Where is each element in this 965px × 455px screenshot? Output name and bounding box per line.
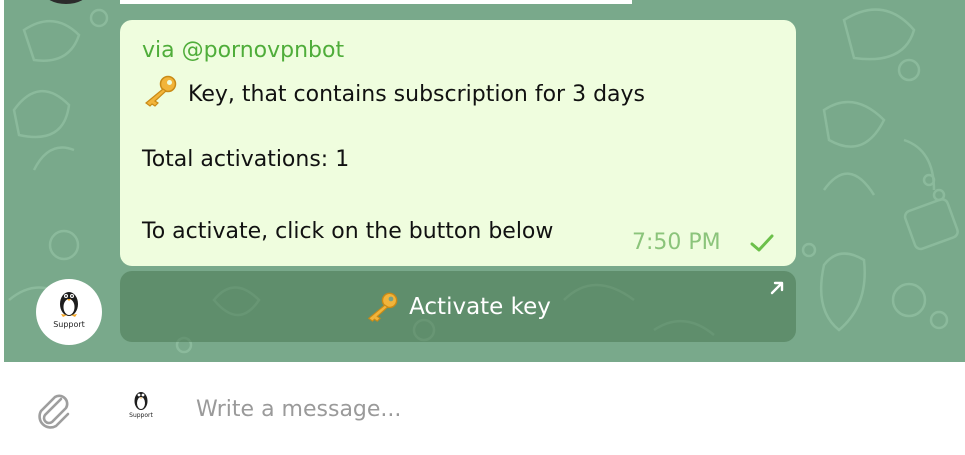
sender-avatar[interactable]: Support <box>36 279 102 345</box>
avatar-caption: Support <box>53 320 85 329</box>
activations-label: Total activations: <box>142 147 329 172</box>
arrow-up-right-icon <box>770 281 784 295</box>
message-bubble: via @pornovpnbot Key, that contains subs… <box>120 20 796 266</box>
activate-key-label: Activate key <box>409 293 551 320</box>
message-line-instruction: To activate, click on the button below <box>142 219 554 244</box>
activations-value: 1 <box>335 147 350 172</box>
penguin-icon <box>134 392 148 410</box>
chat-area: via @pornovpnbot Key, that contains subs… <box>4 0 965 362</box>
previous-message-edge <box>120 0 632 4</box>
activate-key-button[interactable]: Activate key <box>120 271 796 342</box>
send-as-caption: Support <box>129 412 153 419</box>
message-line-activations: Total activations: 1 <box>142 147 349 172</box>
key-emoji-icon <box>367 292 398 322</box>
penguin-icon <box>60 292 78 317</box>
key-emoji-icon <box>145 75 177 107</box>
message-line-key: Key, that contains subscription for 3 da… <box>142 75 645 107</box>
message-input[interactable] <box>194 386 918 432</box>
paperclip-icon[interactable] <box>32 388 76 432</box>
via-bot-link[interactable]: via @pornovpnbot <box>142 38 344 63</box>
message-time: 7:50 PM <box>632 230 721 255</box>
single-check-icon <box>750 234 774 252</box>
send-as-avatar[interactable]: Support <box>119 388 163 428</box>
subscription-text: Key, that contains subscription for 3 da… <box>188 82 646 107</box>
message-composer: Support <box>4 362 965 455</box>
